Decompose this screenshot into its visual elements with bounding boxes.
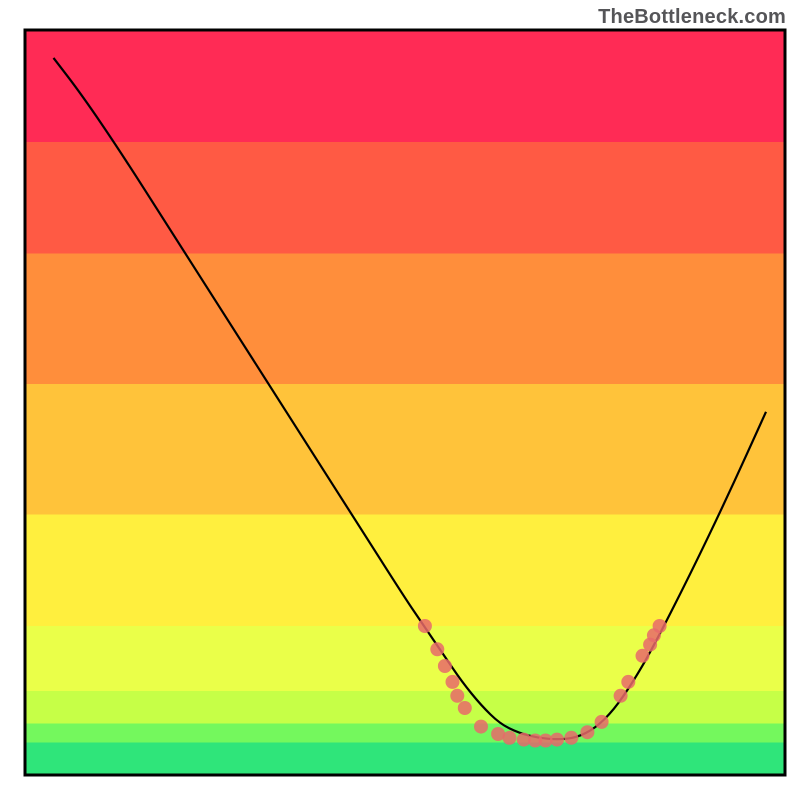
data-point <box>458 701 472 715</box>
data-point <box>550 733 564 747</box>
data-point <box>450 689 464 703</box>
data-point <box>614 689 628 703</box>
watermark-text: TheBottleneck.com <box>598 6 786 29</box>
gradient-background <box>25 30 785 775</box>
data-point <box>418 619 432 633</box>
data-point <box>564 731 578 745</box>
data-point <box>446 675 460 689</box>
data-point <box>580 725 594 739</box>
data-point <box>430 642 444 656</box>
data-point <box>438 659 452 673</box>
plot-area <box>25 30 785 775</box>
data-point <box>621 675 635 689</box>
data-point <box>653 619 667 633</box>
chart-stage: TheBottleneck.com <box>0 0 800 800</box>
bottleneck-chart <box>0 0 800 800</box>
data-point <box>503 731 517 745</box>
data-point <box>474 720 488 734</box>
data-point <box>595 715 609 729</box>
